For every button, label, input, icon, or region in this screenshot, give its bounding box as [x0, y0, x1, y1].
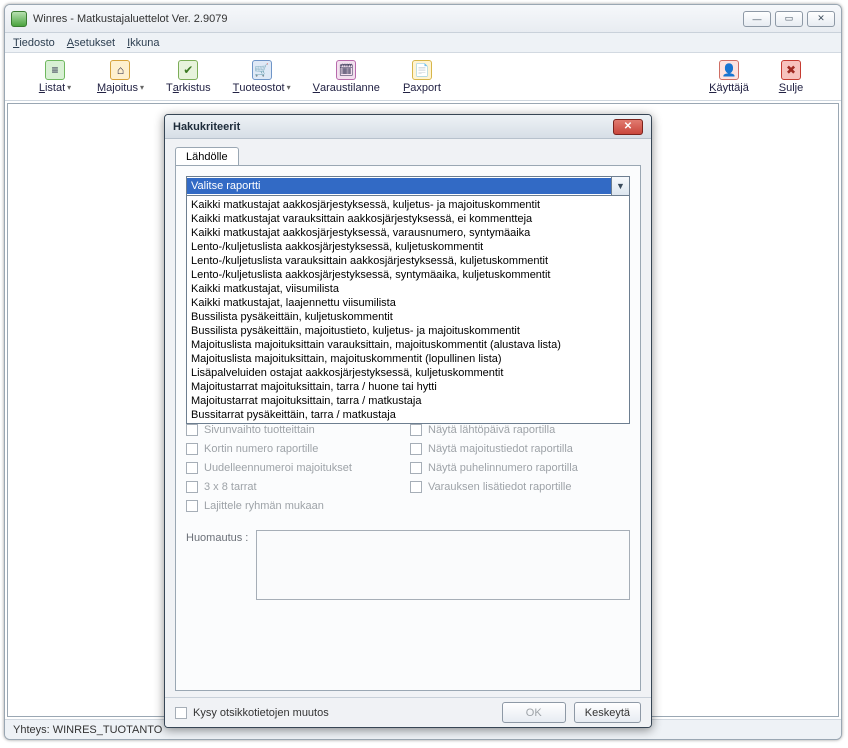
toolbar: ≡ Listat▾ ⌂ Majoitus▾ ✔ Tarkistus 🛒 Tuot… [5, 53, 841, 101]
close-icon: ✖ [781, 60, 801, 80]
report-select[interactable]: Valitse raportti ▼ [186, 176, 630, 196]
cart-icon: 🛒 [252, 60, 272, 80]
report-select-value: Valitse raportti [187, 178, 611, 194]
menu-tiedosto[interactable]: Tiedosto [13, 37, 55, 49]
report-option[interactable]: Bussilista pysäkeittäin, kuljetuskomment… [191, 310, 625, 324]
export-icon: 📄 [412, 60, 432, 80]
tab-panel: Valitse raportti ▼ Kaikki matkustajat aa… [175, 165, 641, 691]
connection-status: Yhteys: WINRES_TUOTANTO [13, 724, 162, 736]
report-option[interactable]: Majoitustarrat majoituksittain, tarra / … [191, 394, 625, 408]
dialog-title: Hakukriteerit [173, 121, 240, 133]
titlebar: Winres - Matkustajaluettelot Ver. 2.9079… [5, 5, 841, 33]
app-icon [11, 11, 27, 27]
toolbar-sulje[interactable]: ✖ Sulje [771, 60, 811, 94]
chk-tarrat[interactable]: 3 x 8 tarrat [186, 481, 406, 493]
chk-sivunvaihto[interactable]: Sivunvaihto tuotteittain [186, 424, 406, 436]
report-option[interactable]: Lento-/kuljetuslista aakkosjärjestyksess… [191, 268, 625, 282]
checkbox-grid: Sivunvaihto tuotteittain Näytä lähtöpäiv… [186, 424, 630, 512]
close-window-button[interactable]: ✕ [807, 11, 835, 27]
menu-ikkuna[interactable]: Ikkuna [127, 37, 159, 49]
menubar: Tiedosto Asetukset Ikkuna [5, 33, 841, 53]
report-option[interactable]: Bussilista pysäkeittäin, majoitustieto, … [191, 324, 625, 338]
check-icon: ✔ [178, 60, 198, 80]
report-option[interactable]: Kaikki matkustajat aakkosjärjestyksessä,… [191, 226, 625, 240]
chk-lisatiedot[interactable]: Varauksen lisätiedot raportille [410, 481, 630, 493]
report-option[interactable]: Kaikki matkustajat varauksittain aakkosj… [191, 212, 625, 226]
cancel-button[interactable]: Keskeytä [574, 702, 641, 723]
report-option[interactable]: Kaikki matkustajat aakkosjärjestyksessä,… [191, 198, 625, 212]
dialog-titlebar: Hakukriteerit ✕ [165, 115, 651, 139]
chk-uudelleennumeroi[interactable]: Uudelleennumeroi majoitukset [186, 462, 406, 474]
chevron-down-icon[interactable]: ▼ [611, 177, 629, 195]
notes-textarea[interactable] [256, 530, 630, 600]
dialog-footer: Kysy otsikkotietojen muutos OK Keskeytä [165, 697, 651, 727]
ok-button[interactable]: OK [502, 702, 566, 723]
report-options-list[interactable]: Kaikki matkustajat aakkosjärjestyksessä,… [186, 196, 630, 424]
search-criteria-dialog: Hakukriteerit ✕ Lähdölle Valitse raportt… [164, 114, 652, 728]
report-option[interactable]: Lento-/kuljetuslista aakkosjärjestyksess… [191, 240, 625, 254]
chk-puhelinnumero[interactable]: Näytä puhelinnumero raportilla [410, 462, 630, 474]
minimize-button[interactable]: — [743, 11, 771, 27]
notes-row: Huomautus : [186, 530, 630, 600]
report-option[interactable]: Majoituslista majoituksittain varauksitt… [191, 338, 625, 352]
toolbar-kayttaja[interactable]: 👤 Käyttäjä [709, 60, 749, 94]
toolbar-tarkistus[interactable]: ✔ Tarkistus [166, 60, 211, 94]
report-option[interactable]: Lento-/kuljetuslista varauksittain aakko… [191, 254, 625, 268]
report-option[interactable]: Kaikki matkustajat, viisumilista [191, 282, 625, 296]
toolbar-tuoteostot[interactable]: 🛒 Tuoteostot▾ [233, 60, 291, 94]
tab-lahdolle[interactable]: Lähdölle [175, 147, 239, 166]
toolbar-listat[interactable]: ≡ Listat▾ [35, 60, 75, 94]
chk-kortinnumero[interactable]: Kortin numero raportille [186, 443, 406, 455]
house-icon: ⌂ [110, 60, 130, 80]
chk-lahtopaiva[interactable]: Näytä lähtöpäivä raportilla [410, 424, 630, 436]
toolbar-paxport[interactable]: 📄 Paxport [402, 60, 442, 94]
menu-asetukset[interactable]: Asetukset [67, 37, 115, 49]
notes-label: Huomautus : [186, 530, 248, 600]
dialog-close-button[interactable]: ✕ [613, 119, 643, 135]
report-option[interactable]: Majoituslista majoituksittain, majoitusk… [191, 352, 625, 366]
toolbar-majoitus[interactable]: ⌂ Majoitus▾ [97, 60, 144, 94]
chk-lajittele[interactable]: Lajittele ryhmän mukaan [186, 500, 406, 512]
window-title: Winres - Matkustajaluettelot Ver. 2.9079 [33, 13, 737, 25]
report-option[interactable]: Majoitustarrat majoituksittain, tarra / … [191, 380, 625, 394]
window-buttons: — ▭ ✕ [743, 11, 835, 27]
dialog-tabs: Lähdölle [175, 147, 641, 166]
maximize-button[interactable]: ▭ [775, 11, 803, 27]
report-option[interactable]: Lisäpalveluiden ostajat aakkosjärjestyks… [191, 366, 625, 380]
calendar-icon: 🗓 [336, 60, 356, 80]
toolbar-varaustilanne[interactable]: 🗓 Varaustilanne [313, 60, 380, 94]
report-option[interactable]: Bussitarrat pysäkeittäin, tarra / matkus… [191, 408, 625, 422]
report-option[interactable]: Kaikki matkustajat, laajennettu viisumil… [191, 296, 625, 310]
chk-kysy-otsikko[interactable]: Kysy otsikkotietojen muutos [175, 707, 329, 719]
chk-majoitustiedot[interactable]: Näytä majoitustiedot raportilla [410, 443, 630, 455]
list-icon: ≡ [45, 60, 65, 80]
user-icon: 👤 [719, 60, 739, 80]
